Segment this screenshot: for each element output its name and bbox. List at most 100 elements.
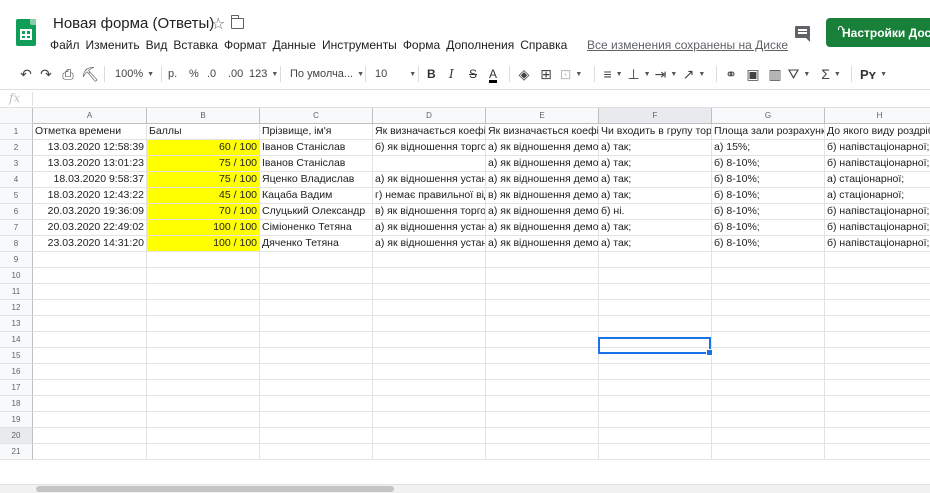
row-number[interactable]: 16 — [0, 364, 33, 380]
menu-addons[interactable]: Дополнения — [443, 38, 517, 52]
cell-B15[interactable] — [147, 348, 260, 364]
cell-D3[interactable] — [373, 156, 486, 172]
cell-E3[interactable]: а) як відношення демонстр — [486, 156, 599, 172]
cell-C2[interactable]: Іванов Станіслав — [260, 140, 373, 156]
cell-D18[interactable] — [373, 396, 486, 412]
cell-C15[interactable] — [260, 348, 373, 364]
zoom-select[interactable]: 100% ▼ — [115, 58, 154, 90]
column-header-E[interactable]: E — [486, 108, 599, 124]
cell-H7[interactable]: б) напівстаціонарної; — [825, 220, 930, 236]
cell-H1[interactable]: До якого виду роздрібно — [825, 124, 930, 140]
cell-C4[interactable]: Яценко Владислав — [260, 172, 373, 188]
cell-F18[interactable] — [599, 396, 712, 412]
cell-D20[interactable] — [373, 428, 486, 444]
cell-C6[interactable]: Слуцький Олександр — [260, 204, 373, 220]
cell-H18[interactable] — [825, 396, 930, 412]
paint-format-icon[interactable]: ⛏ — [81, 58, 99, 90]
cell-E10[interactable] — [486, 268, 599, 284]
number-format-select[interactable]: 123 ▼ — [249, 58, 278, 90]
cell-A17[interactable] — [33, 380, 147, 396]
cell-B14[interactable] — [147, 332, 260, 348]
cell-D4[interactable]: а) як відношення установо — [373, 172, 486, 188]
cell-B10[interactable] — [147, 268, 260, 284]
sheets-logo-icon[interactable] — [16, 19, 36, 46]
cell-D9[interactable] — [373, 252, 486, 268]
cell-F5[interactable]: а) так; — [599, 188, 712, 204]
cell-C3[interactable]: Іванов Станіслав — [260, 156, 373, 172]
cell-D6[interactable]: в) як відношення торгової — [373, 204, 486, 220]
cell-B5[interactable]: 45 / 100 — [147, 188, 260, 204]
insert-comment-icon[interactable]: ▣ — [744, 58, 762, 90]
font-size-select[interactable]: 10 ▼ — [375, 58, 416, 90]
cell-G10[interactable] — [712, 268, 825, 284]
row-number[interactable]: 14 — [0, 332, 33, 348]
horizontal-align-icon[interactable]: ≡ ▼ — [602, 58, 624, 90]
cell-F2[interactable]: а) так; — [599, 140, 712, 156]
menu-help[interactable]: Справка — [517, 38, 570, 52]
menu-file[interactable]: Файл — [47, 38, 83, 52]
cell-B7[interactable]: 100 / 100 — [147, 220, 260, 236]
link-icon[interactable]: ⚭ — [722, 58, 740, 90]
cell-E14[interactable] — [486, 332, 599, 348]
cell-E21[interactable] — [486, 444, 599, 460]
fill-color-icon[interactable]: ◈ — [516, 58, 532, 90]
cell-H4[interactable]: а) стаціонарної; — [825, 172, 930, 188]
cell-H19[interactable] — [825, 412, 930, 428]
cell-A15[interactable] — [33, 348, 147, 364]
cell-B1[interactable]: Баллы — [147, 124, 260, 140]
cell-C11[interactable] — [260, 284, 373, 300]
strikethrough-button[interactable]: S — [469, 58, 477, 90]
cell-G13[interactable] — [712, 316, 825, 332]
cell-A19[interactable] — [33, 412, 147, 428]
cell-E8[interactable]: а) як відношення демонстр — [486, 236, 599, 252]
row-number[interactable]: 17 — [0, 380, 33, 396]
cell-G14[interactable] — [712, 332, 825, 348]
cell-B3[interactable]: 75 / 100 — [147, 156, 260, 172]
cell-C1[interactable]: Прізвище, ім'я — [260, 124, 373, 140]
column-header-A[interactable]: A — [33, 108, 147, 124]
cell-F20[interactable] — [599, 428, 712, 444]
cell-G3[interactable]: б) 8-10%; — [712, 156, 825, 172]
cell-B20[interactable] — [147, 428, 260, 444]
cell-G11[interactable] — [712, 284, 825, 300]
percent-format-button[interactable]: % — [189, 58, 199, 90]
cell-E12[interactable] — [486, 300, 599, 316]
cell-C17[interactable] — [260, 380, 373, 396]
cell-B8[interactable]: 100 / 100 — [147, 236, 260, 252]
cell-D11[interactable] — [373, 284, 486, 300]
column-header-D[interactable]: D — [373, 108, 486, 124]
cell-B16[interactable] — [147, 364, 260, 380]
cell-H13[interactable] — [825, 316, 930, 332]
row-number[interactable]: 15 — [0, 348, 33, 364]
bold-button[interactable]: B — [427, 58, 436, 90]
cell-F3[interactable]: а) так; — [599, 156, 712, 172]
row-number[interactable]: 11 — [0, 284, 33, 300]
cell-G12[interactable] — [712, 300, 825, 316]
cell-A12[interactable] — [33, 300, 147, 316]
cell-A14[interactable] — [33, 332, 147, 348]
menu-data[interactable]: Данные — [270, 38, 319, 52]
cell-B17[interactable] — [147, 380, 260, 396]
cell-G18[interactable] — [712, 396, 825, 412]
saved-status[interactable]: Все изменения сохранены на Диске — [587, 38, 788, 52]
cell-G17[interactable] — [712, 380, 825, 396]
cell-E18[interactable] — [486, 396, 599, 412]
cell-C5[interactable]: Кацаба Вадим — [260, 188, 373, 204]
cell-F11[interactable] — [599, 284, 712, 300]
cell-D15[interactable] — [373, 348, 486, 364]
cell-A1[interactable]: Отметка времени — [33, 124, 147, 140]
cell-G19[interactable] — [712, 412, 825, 428]
cell-F17[interactable] — [599, 380, 712, 396]
cell-E13[interactable] — [486, 316, 599, 332]
document-title[interactable]: Новая форма (Ответы) — [53, 15, 214, 32]
row-number[interactable]: 10 — [0, 268, 33, 284]
menu-format[interactable]: Формат — [221, 38, 270, 52]
cell-G8[interactable]: б) 8-10%; — [712, 236, 825, 252]
cell-C8[interactable]: Дяченко Тетяна — [260, 236, 373, 252]
cell-B4[interactable]: 75 / 100 — [147, 172, 260, 188]
cell-C20[interactable] — [260, 428, 373, 444]
cell-B18[interactable] — [147, 396, 260, 412]
cell-A4[interactable]: 18.03.2020 9:58:37 — [33, 172, 147, 188]
cell-A13[interactable] — [33, 316, 147, 332]
cell-G1[interactable]: Площа зали розрахунко — [712, 124, 825, 140]
